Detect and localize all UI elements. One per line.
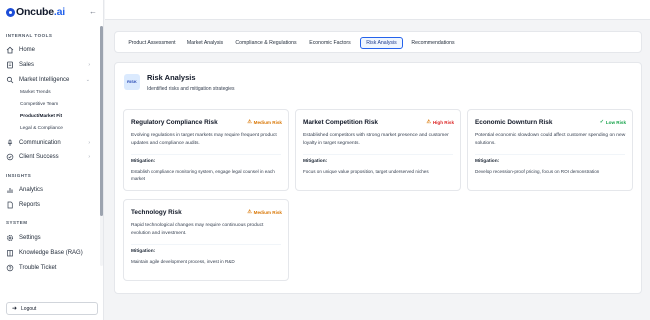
sidebar-subitem-competitive-team[interactable]: Competitive Team xyxy=(20,102,58,107)
logout-icon: ➜ xyxy=(12,306,18,312)
collapse-sidebar-button[interactable]: ← xyxy=(88,6,98,16)
tab-economic-factors[interactable]: Economic Factors xyxy=(305,37,355,49)
sidebar-item-label: Sales xyxy=(19,62,35,68)
chevron-down-icon: ⌄ xyxy=(85,77,90,83)
sidebar-item-label: Trouble Ticket xyxy=(19,265,57,271)
divider xyxy=(475,154,625,155)
tab-risk-analysis[interactable]: Risk Analysis xyxy=(360,37,403,49)
sidebar-item-analytics[interactable]: Analytics xyxy=(6,185,92,195)
microphone-icon xyxy=(6,139,14,147)
mitigation-label: Mitigation: xyxy=(131,159,156,164)
risk-card-regulatory-compliance: Regulatory Compliance Risk ⚠ Medium Risk … xyxy=(123,109,289,191)
sidebar-item-trouble-ticket[interactable]: Trouble Ticket xyxy=(6,263,92,273)
arrow-left-icon: ← xyxy=(89,6,97,16)
risk-title: Market Competition Risk xyxy=(303,119,378,126)
risk-title: Economic Downturn Risk xyxy=(475,119,553,126)
sidebar-item-home[interactable]: Home xyxy=(6,45,92,55)
divider xyxy=(303,154,453,155)
logout-label: Logout xyxy=(21,305,37,312)
risk-level-badge: ✓ Low Risk xyxy=(600,120,626,125)
risk-description: Rapid technological changes may require … xyxy=(131,223,264,236)
file-icon xyxy=(6,201,14,209)
tab-product-assessment[interactable]: Product Assessment xyxy=(121,37,183,49)
sidebar: Oncube.ai ← INTERNAL TOOLS Home Sales › … xyxy=(0,0,104,320)
risk-level-label: Medium Risk xyxy=(253,210,282,215)
risk-title: Regulatory Compliance Risk xyxy=(131,119,218,126)
chevron-right-icon: › xyxy=(88,154,90,160)
tab-market-analysis[interactable]: Market Analysis xyxy=(183,37,227,49)
tab-recommendations[interactable]: Recommendations xyxy=(407,37,459,49)
gear-icon xyxy=(6,234,14,242)
mitigation-text: Maintain agile development process, inve… xyxy=(131,259,235,264)
sidebar-subitem-product-market-fit[interactable]: Product/Market Fit xyxy=(20,114,62,119)
sidebar-item-label: Market Intelligence xyxy=(19,77,70,83)
risk-level-label: High Risk xyxy=(432,120,454,125)
risk-level-badge: ⚠ High Risk xyxy=(427,120,455,125)
risk-level-badge: ⚠ Medium Risk xyxy=(247,210,282,215)
search-icon xyxy=(6,76,14,84)
badge-check-icon xyxy=(6,153,14,161)
warning-icon: ⚠ xyxy=(426,120,431,125)
page-subtitle: Identified risks and mitigation strategi… xyxy=(147,86,235,92)
brand-suffix: .ai xyxy=(53,6,65,18)
brand-logo[interactable]: Oncube.ai xyxy=(6,6,65,18)
sidebar-item-knowledge-base[interactable]: Knowledge Base (RAG) xyxy=(6,248,92,258)
risk-description: Evolving regulations in target markets m… xyxy=(131,133,277,146)
top-bar xyxy=(105,0,650,20)
section-label-system: SYSTEM xyxy=(6,220,28,225)
mitigation-text: Establish compliance monitoring system, … xyxy=(131,169,275,182)
book-icon xyxy=(6,249,14,257)
divider xyxy=(131,154,281,155)
risk-description: Established competitors with strong mark… xyxy=(303,133,449,146)
sidebar-item-label: Home xyxy=(19,47,36,53)
bar-chart-icon xyxy=(6,186,14,194)
sidebar-item-sales[interactable]: Sales › xyxy=(6,60,92,70)
risk-card-technology: Technology Risk ⚠ Medium Risk Rapid techn… xyxy=(123,199,289,281)
help-circle-icon xyxy=(6,264,14,272)
sidebar-item-settings[interactable]: Settings xyxy=(6,233,92,243)
mitigation-label: Mitigation: xyxy=(303,159,328,164)
home-icon xyxy=(6,46,14,54)
mitigation-label: Mitigation: xyxy=(131,249,156,254)
risk-title: Technology Risk xyxy=(131,209,182,216)
sidebar-item-label: Reports xyxy=(19,202,41,208)
sidebar-item-label: Communication xyxy=(19,140,61,146)
sidebar-item-client-success[interactable]: Client Success › xyxy=(6,152,92,162)
risk-level-badge: ⚠ Medium Risk xyxy=(247,120,282,125)
risk-badge: RISK xyxy=(124,74,140,90)
brand-name: Oncube xyxy=(16,6,54,18)
risk-card-market-competition: Market Competition Risk ⚠ High Risk Estab… xyxy=(295,109,461,191)
sidebar-item-label: Knowledge Base (RAG) xyxy=(19,250,83,256)
risk-level-label: Medium Risk xyxy=(253,120,282,125)
divider xyxy=(131,244,281,245)
check-icon: ✓ xyxy=(599,120,604,125)
logout-button[interactable]: ➜ Logout xyxy=(6,302,98,315)
risk-description: Potential economic slowdown could affect… xyxy=(475,133,626,146)
logo-mark-icon xyxy=(6,7,15,17)
sidebar-item-label: Client Success xyxy=(19,154,59,160)
section-label-insights: INSIGHTS xyxy=(6,173,32,178)
sidebar-item-market-intelligence[interactable]: Market Intelligence ⌄ xyxy=(6,75,92,85)
risk-card-economic-downturn: Economic Downturn Risk ✓ Low Risk Potenti… xyxy=(467,109,633,191)
chevron-right-icon: › xyxy=(88,140,90,146)
page-title: Risk Analysis xyxy=(147,73,196,82)
tab-compliance-regulations[interactable]: Compliance & Regulations xyxy=(233,37,299,49)
mitigation-text: Develop recession-proof pricing, focus o… xyxy=(475,169,600,174)
warning-icon: ⚠ xyxy=(247,120,252,125)
mitigation-text: Focus on unique value proposition, targe… xyxy=(303,169,429,174)
chevron-right-icon: › xyxy=(88,62,90,68)
sidebar-subitem-market-trends[interactable]: Market Trends xyxy=(20,90,51,95)
sidebar-scrollbar-thumb[interactable] xyxy=(100,26,103,216)
sidebar-item-label: Analytics xyxy=(19,187,44,193)
sidebar-item-label: Settings xyxy=(19,235,41,241)
sidebar-item-reports[interactable]: Reports xyxy=(6,200,92,210)
section-label-internal-tools: INTERNAL TOOLS xyxy=(6,33,53,38)
sidebar-item-communication[interactable]: Communication › xyxy=(6,138,92,148)
warning-icon: ⚠ xyxy=(247,210,252,215)
tab-bar: Product Assessment Market Analysis Compl… xyxy=(114,31,642,53)
mitigation-label: Mitigation: xyxy=(475,159,500,164)
risk-level-label: Low Risk xyxy=(605,120,626,125)
sidebar-subitem-legal-compliance[interactable]: Legal & Compliance xyxy=(20,126,63,131)
document-icon xyxy=(6,61,14,69)
